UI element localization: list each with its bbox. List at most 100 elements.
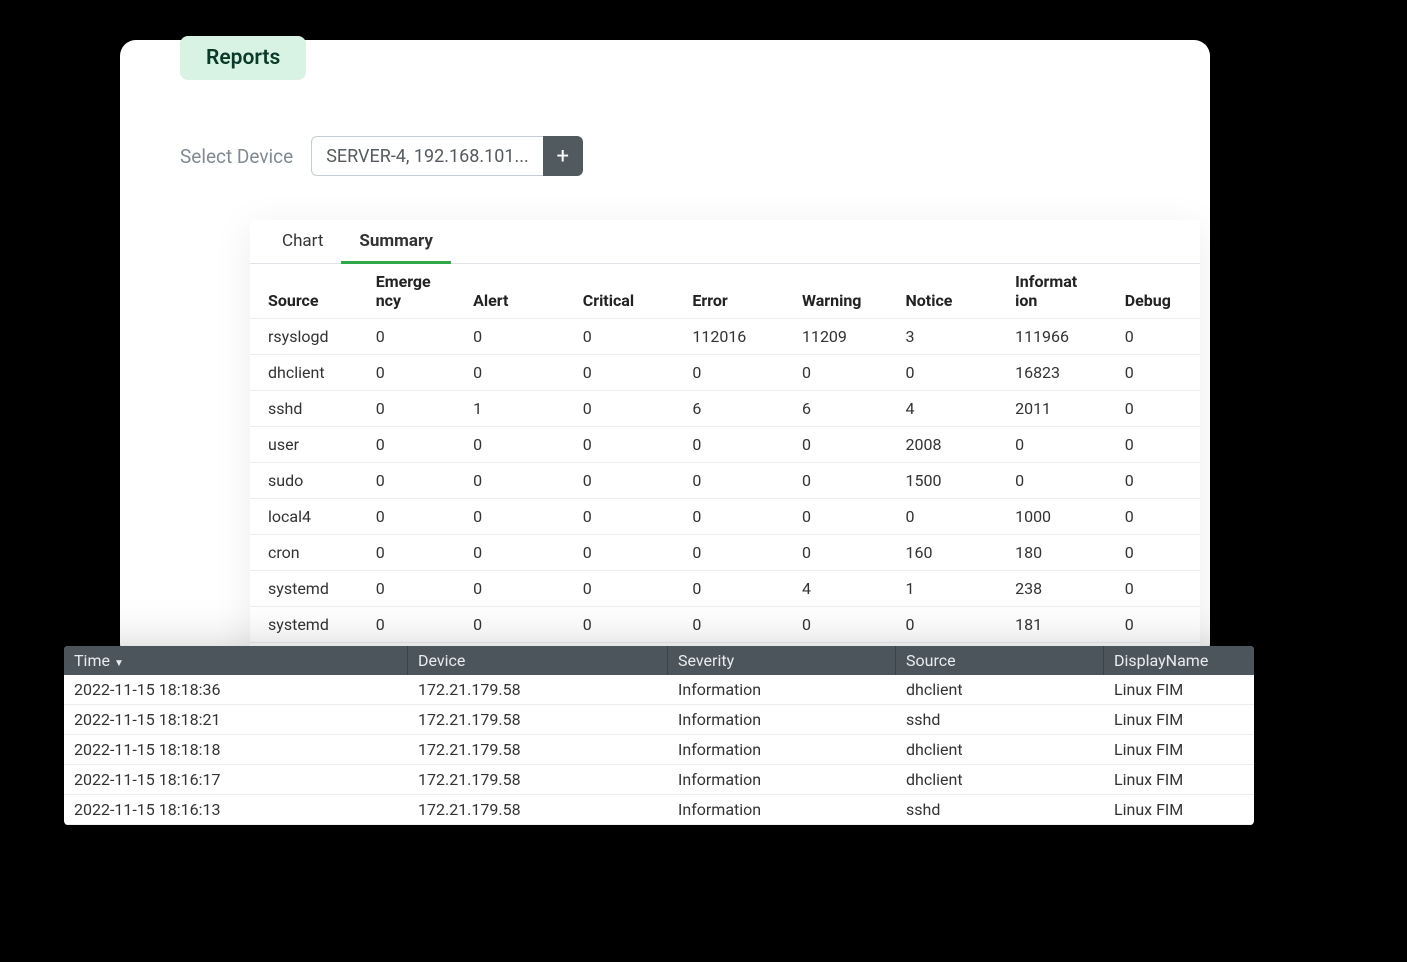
cell-emergency: 0 xyxy=(366,355,463,391)
cell-emergency: 0 xyxy=(366,499,463,535)
table-row[interactable]: rsyslogd0001120161120931119660 xyxy=(250,319,1200,355)
log-cell-source: sshd xyxy=(896,795,1104,824)
log-cell-display: Linux FIM xyxy=(1104,795,1254,824)
cell-warning: 11209 xyxy=(792,319,896,355)
cell-debug: 0 xyxy=(1115,427,1200,463)
cell-source: cron xyxy=(250,535,366,571)
cell-warning: 0 xyxy=(792,535,896,571)
cell-source: systemd xyxy=(250,607,366,643)
cell-debug: 0 xyxy=(1115,355,1200,391)
log-col-severity[interactable]: Severity xyxy=(668,646,896,675)
cell-information: 111966 xyxy=(1005,319,1115,355)
panel-tab-summary[interactable]: Summary xyxy=(341,221,450,264)
log-col-device[interactable]: Device xyxy=(408,646,668,675)
log-cell-device: 172.21.179.58 xyxy=(408,705,668,734)
log-row[interactable]: 2022-11-15 18:16:13172.21.179.58Informat… xyxy=(64,795,1254,825)
cell-emergency: 0 xyxy=(366,607,463,643)
summary-col-emergency[interactable]: Emerge ncy xyxy=(366,264,463,319)
log-row[interactable]: 2022-11-15 18:18:21172.21.179.58Informat… xyxy=(64,705,1254,735)
summary-col-notice[interactable]: Notice xyxy=(895,264,1005,319)
log-cell-display: Linux FIM xyxy=(1104,765,1254,794)
table-row[interactable]: sshd01066420110 xyxy=(250,391,1200,427)
log-cell-source: dhclient xyxy=(896,675,1104,704)
log-row[interactable]: 2022-11-15 18:18:36172.21.179.58Informat… xyxy=(64,675,1254,705)
cell-alert: 0 xyxy=(463,427,573,463)
table-row[interactable]: local400000010000 xyxy=(250,499,1200,535)
log-cell-time: 2022-11-15 18:16:13 xyxy=(64,795,408,824)
device-selector-value[interactable]: SERVER-4, 192.168.101... xyxy=(311,136,543,176)
log-col-source[interactable]: Source xyxy=(896,646,1104,675)
cell-debug: 0 xyxy=(1115,499,1200,535)
plus-icon: + xyxy=(556,144,568,169)
cell-error: 6 xyxy=(682,391,792,427)
add-device-button[interactable]: + xyxy=(543,136,583,176)
log-cell-severity: Information xyxy=(668,675,896,704)
table-row[interactable]: dhclient000000168230 xyxy=(250,355,1200,391)
cell-source: rsyslogd xyxy=(250,319,366,355)
device-selector: SERVER-4, 192.168.101... + xyxy=(311,136,583,176)
cell-warning: 4 xyxy=(792,571,896,607)
report-card: Reports Select Device SERVER-4, 192.168.… xyxy=(120,40,1210,660)
cell-alert: 0 xyxy=(463,571,573,607)
cell-notice: 1 xyxy=(895,571,1005,607)
cell-critical: 0 xyxy=(573,355,683,391)
cell-notice: 2008 xyxy=(895,427,1005,463)
reports-tab-pill[interactable]: Reports xyxy=(180,36,306,80)
log-cell-source: sshd xyxy=(896,705,1104,734)
cell-information: 16823 xyxy=(1005,355,1115,391)
table-row[interactable]: user00000200800 xyxy=(250,427,1200,463)
cell-debug: 0 xyxy=(1115,391,1200,427)
summary-col-alert[interactable]: Alert xyxy=(463,264,573,319)
log-cell-severity: Information xyxy=(668,735,896,764)
cell-critical: 0 xyxy=(573,319,683,355)
cell-error: 0 xyxy=(682,355,792,391)
cell-source: user xyxy=(250,427,366,463)
cell-debug: 0 xyxy=(1115,607,1200,643)
summary-col-source[interactable]: Source xyxy=(250,264,366,319)
table-row[interactable]: systemd0000001810 xyxy=(250,607,1200,643)
log-row[interactable]: 2022-11-15 18:16:17172.21.179.58Informat… xyxy=(64,765,1254,795)
log-grid: Time▼DeviceSeveritySourceDisplayName 202… xyxy=(64,646,1254,825)
cell-emergency: 0 xyxy=(366,535,463,571)
log-row[interactable]: 2022-11-15 18:18:18172.21.179.58Informat… xyxy=(64,735,1254,765)
cell-notice: 0 xyxy=(895,355,1005,391)
table-row[interactable]: sudo00000150000 xyxy=(250,463,1200,499)
cell-source: systemd xyxy=(250,571,366,607)
summary-col-information[interactable]: Informat ion xyxy=(1005,264,1115,319)
log-cell-device: 172.21.179.58 xyxy=(408,765,668,794)
log-cell-device: 172.21.179.58 xyxy=(408,795,668,824)
cell-information: 0 xyxy=(1005,463,1115,499)
cell-information: 238 xyxy=(1005,571,1115,607)
log-col-display[interactable]: DisplayName xyxy=(1104,646,1254,675)
summary-col-warning[interactable]: Warning xyxy=(792,264,896,319)
log-col-time[interactable]: Time▼ xyxy=(64,646,408,675)
summary-col-critical[interactable]: Critical xyxy=(573,264,683,319)
summary-col-debug[interactable]: Debug xyxy=(1115,264,1200,319)
cell-error: 112016 xyxy=(682,319,792,355)
cell-error: 0 xyxy=(682,571,792,607)
cell-critical: 0 xyxy=(573,427,683,463)
table-row[interactable]: systemd0000412380 xyxy=(250,571,1200,607)
cell-alert: 0 xyxy=(463,535,573,571)
summary-col-error[interactable]: Error xyxy=(682,264,792,319)
cell-critical: 0 xyxy=(573,499,683,535)
log-cell-source: dhclient xyxy=(896,765,1104,794)
panel-tab-chart[interactable]: Chart xyxy=(264,221,341,264)
cell-emergency: 0 xyxy=(366,427,463,463)
cell-critical: 0 xyxy=(573,535,683,571)
cell-alert: 0 xyxy=(463,607,573,643)
panel-tab-strip: ChartSummary xyxy=(250,220,1200,264)
cell-information: 2011 xyxy=(1005,391,1115,427)
cell-critical: 0 xyxy=(573,463,683,499)
cell-error: 0 xyxy=(682,463,792,499)
cell-debug: 0 xyxy=(1115,535,1200,571)
cell-information: 180 xyxy=(1005,535,1115,571)
cell-critical: 0 xyxy=(573,607,683,643)
cell-warning: 0 xyxy=(792,607,896,643)
log-cell-source: dhclient xyxy=(896,735,1104,764)
log-cell-severity: Information xyxy=(668,765,896,794)
log-cell-time: 2022-11-15 18:16:17 xyxy=(64,765,408,794)
table-row[interactable]: cron000001601800 xyxy=(250,535,1200,571)
cell-notice: 160 xyxy=(895,535,1005,571)
cell-alert: 1 xyxy=(463,391,573,427)
